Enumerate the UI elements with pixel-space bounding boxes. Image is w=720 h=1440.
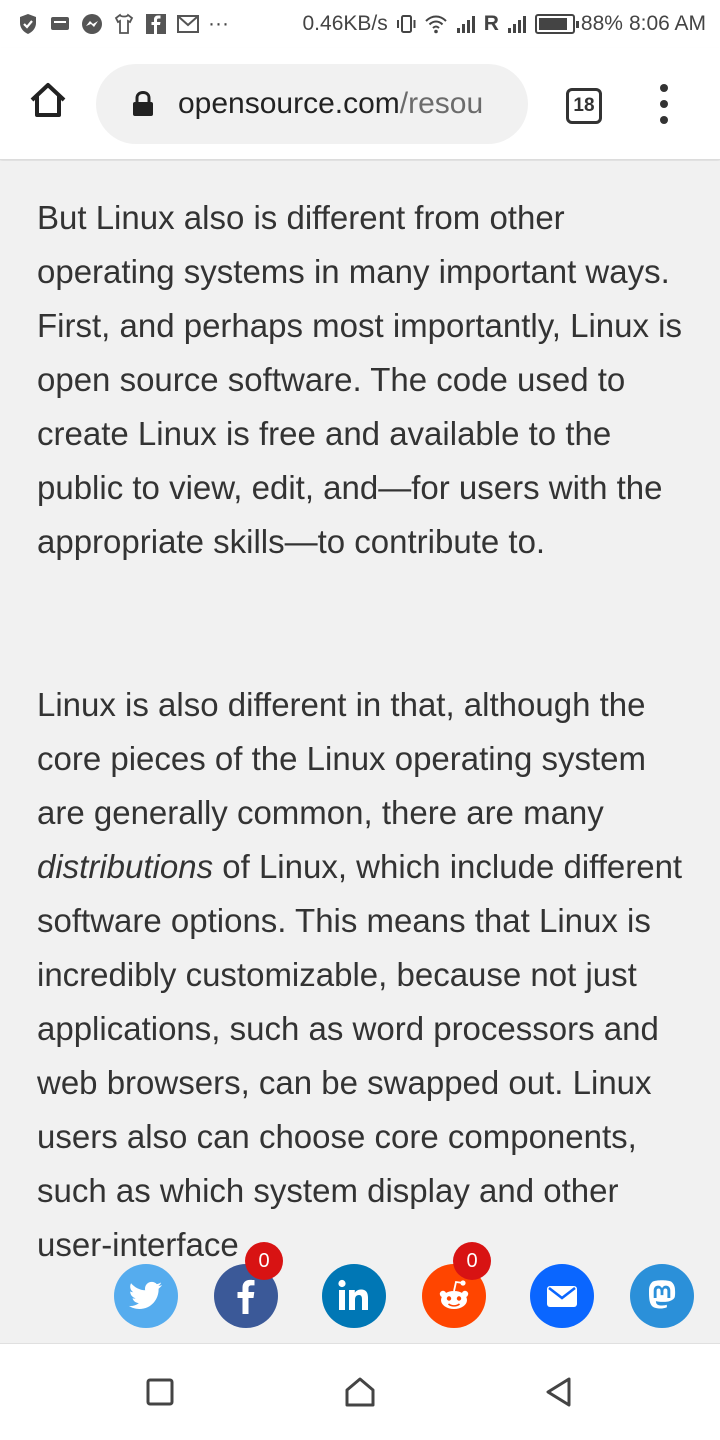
lock-icon [133, 91, 153, 116]
home-button[interactable] [26, 78, 70, 122]
signal-icon [454, 12, 478, 36]
mastodon-share-button[interactable] [630, 1264, 694, 1328]
article-paragraph: Linux is also different in that, althoug… [37, 678, 687, 1272]
back-triangle-icon [546, 1377, 571, 1407]
facebook-share-count: 0 [245, 1242, 283, 1280]
twitter-icon [128, 1281, 162, 1309]
tab-switcher-button[interactable]: 18 [566, 88, 602, 124]
menu-dot [660, 100, 668, 108]
paragraph-text: of Linux, which include different softwa… [37, 848, 683, 1263]
recents-button[interactable] [142, 1374, 178, 1410]
mastodon-icon [648, 1280, 676, 1309]
browser-toolbar: opensource.com/resou 18 [0, 48, 720, 160]
signal-icon [505, 12, 529, 36]
menu-dot [660, 84, 668, 92]
roaming-indicator: R [483, 12, 499, 35]
status-bar: ··· 0.46KB/s R 88% 8:06 AM [0, 0, 720, 48]
back-button[interactable] [540, 1374, 576, 1410]
facebook-icon [237, 1279, 255, 1314]
linkedin-icon [338, 1279, 368, 1310]
share-bar: 0 0 [0, 1242, 720, 1342]
home-outline-icon [345, 1377, 375, 1407]
message-icon [48, 12, 72, 36]
facebook-icon [144, 12, 168, 36]
home-nav-button[interactable] [342, 1374, 378, 1410]
messenger-icon [80, 12, 104, 36]
reddit-icon [439, 1280, 469, 1309]
linkedin-share-button[interactable] [322, 1264, 386, 1328]
paragraph-text: Linux is also different in that, althoug… [37, 686, 647, 831]
url-domain: opensource.com [178, 87, 400, 120]
battery-percent: 88% [580, 12, 623, 35]
system-nav-bar [0, 1343, 720, 1440]
overflow-menu-button[interactable] [650, 80, 678, 128]
url-path: /resou [399, 87, 484, 120]
reddit-share-count: 0 [453, 1242, 491, 1280]
wifi-icon [424, 12, 448, 36]
mail-icon [547, 1286, 577, 1307]
gmail-icon [176, 12, 200, 36]
home-icon [30, 83, 66, 117]
square-icon [146, 1378, 174, 1406]
url-bar[interactable]: opensource.com/resou [96, 64, 528, 144]
menu-dot [660, 116, 668, 124]
battery-icon [534, 14, 579, 34]
clock: 8:06 AM [628, 12, 706, 35]
article-content: But Linux also is different from other o… [0, 161, 720, 1342]
email-share-button[interactable] [530, 1264, 594, 1328]
more-icon: ··· [208, 12, 229, 35]
vibrate-icon [394, 12, 418, 36]
article-paragraph: But Linux also is different from other o… [37, 199, 682, 560]
shirt-icon [112, 12, 136, 36]
emphasized-term: distributions [37, 848, 214, 885]
data-rate: 0.46KB/s [302, 12, 388, 35]
twitter-share-button[interactable] [114, 1264, 178, 1328]
url-text: opensource.com/resou [178, 87, 483, 121]
shield-icon [16, 12, 40, 36]
